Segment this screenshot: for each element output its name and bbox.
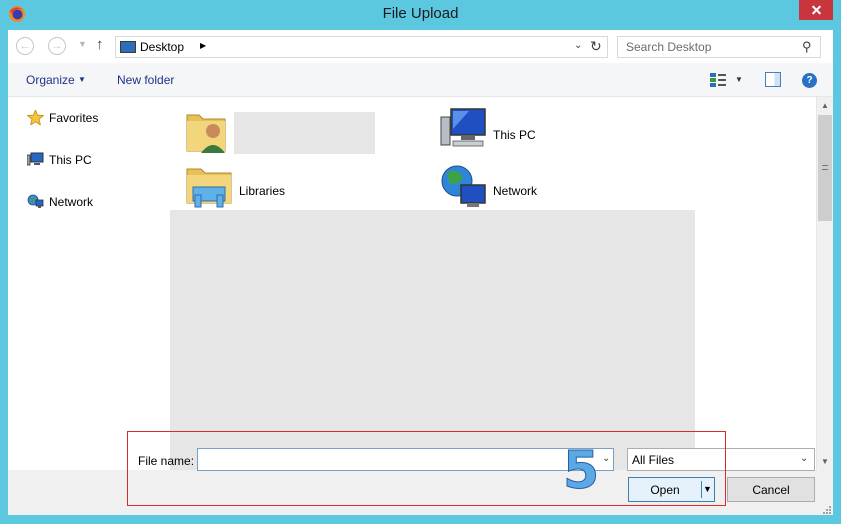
desktop-icon	[120, 41, 136, 53]
view-options-icon[interactable]	[710, 73, 726, 87]
sidebar-item-label[interactable]: This PC	[49, 153, 92, 167]
computer-icon	[440, 108, 486, 147]
breadcrumb-arrow-icon[interactable]: ▶	[200, 41, 206, 50]
search-box[interactable]: Search Desktop ⚲	[617, 36, 821, 58]
address-history-chevron-icon[interactable]: ⌄	[574, 40, 582, 51]
cancel-button[interactable]: Cancel	[727, 477, 815, 502]
organize-button[interactable]: Organize	[26, 73, 75, 87]
navigation-pane: Favorites This PC Network	[8, 97, 167, 470]
new-folder-button[interactable]: New folder	[117, 73, 174, 87]
search-icon[interactable]: ⚲	[802, 39, 812, 55]
user-folder-icon	[186, 114, 226, 153]
window-bottom-border	[0, 515, 841, 524]
address-bar[interactable]: Desktop ▶ ⌄ ↻	[115, 36, 608, 58]
scroll-up-button[interactable]: ▲	[817, 97, 833, 114]
redacted-name	[234, 112, 375, 154]
scroll-thumb[interactable]	[818, 115, 832, 221]
forward-button[interactable]: →	[48, 37, 66, 55]
file-list: This PC Libraries Network	[167, 97, 816, 470]
list-item-label[interactable]: Network	[493, 184, 537, 198]
list-item-network[interactable]: Network	[439, 163, 619, 213]
back-button[interactable]: ←	[16, 37, 34, 55]
view-dropdown-icon[interactable]: ▼	[735, 75, 743, 84]
up-button[interactable]: ↑	[96, 36, 104, 53]
organize-dropdown-icon[interactable]: ▼	[78, 75, 86, 84]
up-arrow-icon: ↑	[96, 36, 104, 53]
recent-locations-button[interactable]: ▼	[78, 39, 87, 49]
forward-arrow-icon: →	[51, 40, 63, 52]
chevron-down-icon: ▼	[78, 39, 87, 49]
help-icon[interactable]: ?	[802, 73, 817, 88]
close-button[interactable]	[799, 0, 833, 20]
command-toolbar: Organize ▼ New folder ▼ ?	[8, 63, 833, 97]
window-title: File Upload	[382, 5, 459, 22]
scroll-grip-icon	[822, 165, 828, 170]
sidebar-item-label[interactable]: Network	[49, 195, 93, 209]
refresh-icon[interactable]: ↻	[590, 38, 602, 55]
address-path[interactable]: Desktop	[140, 40, 184, 54]
list-item-label[interactable]: Libraries	[239, 184, 285, 198]
network-icon	[27, 194, 44, 208]
search-placeholder[interactable]: Search Desktop	[626, 40, 711, 54]
cancel-button-label[interactable]: Cancel	[728, 483, 814, 497]
annotation-step-number: 5	[562, 441, 600, 501]
preview-pane-icon[interactable]	[765, 72, 781, 87]
libraries-icon	[186, 168, 232, 208]
title-bar: File Upload	[0, 0, 841, 28]
annotation-highlight-box	[127, 431, 726, 506]
star-icon	[27, 110, 44, 125]
back-arrow-icon: ←	[19, 40, 31, 52]
list-item-this-pc[interactable]: This PC	[439, 107, 619, 157]
vertical-scrollbar[interactable]: ▲ ▼	[816, 97, 833, 470]
computer-icon	[27, 152, 44, 166]
scroll-down-button[interactable]: ▼	[817, 453, 833, 470]
address-bar-row: ← → ▼ ↑ Desktop ▶ ⌄ ↻ Search Desktop ⚲	[8, 30, 833, 63]
chevron-down-icon[interactable]: ⌄	[800, 453, 808, 464]
list-item-libraries[interactable]: Libraries	[185, 163, 385, 213]
sidebar-item-label[interactable]: Favorites	[49, 111, 98, 125]
list-item-label[interactable]: This PC	[493, 128, 536, 142]
window-frame: File Upload ← → ▼ ↑ Desktop ▶ ⌄ ↻ Search…	[0, 0, 841, 524]
network-icon	[441, 165, 486, 207]
resize-grip-icon[interactable]	[823, 506, 831, 514]
